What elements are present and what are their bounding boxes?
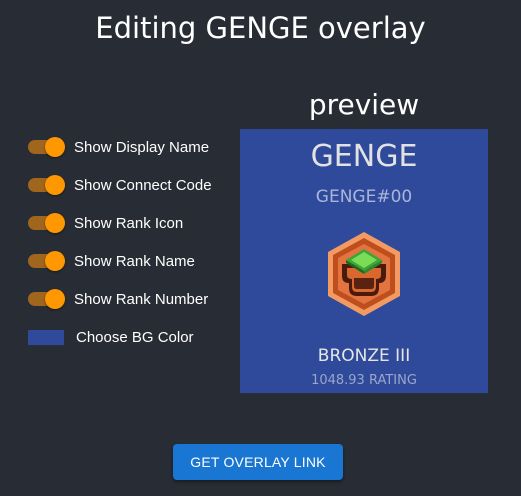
setting-bg-color[interactable]: Choose BG Color — [28, 318, 238, 356]
toggle-thumb — [45, 289, 65, 309]
setting-show-connect-code[interactable]: Show Connect Code — [28, 166, 238, 204]
setting-show-rank-name[interactable]: Show Rank Name — [28, 242, 238, 280]
setting-label: Show Display Name — [74, 138, 210, 156]
page-title: Editing GENGE overlay — [95, 11, 426, 45]
preview-heading: preview — [308, 88, 420, 121]
toggle-thumb — [45, 251, 65, 271]
preview-connect-code: GENGE#00 — [315, 187, 413, 207]
setting-show-rank-number[interactable]: Show Rank Number — [28, 280, 238, 318]
bg-color-swatch[interactable] — [28, 329, 64, 345]
setting-label: Choose BG Color — [76, 328, 194, 346]
bronze-rank-icon — [328, 232, 400, 316]
setting-label: Show Rank Name — [74, 252, 195, 270]
setting-label: Show Rank Number — [74, 290, 209, 308]
overlay-preview: GENGE GENGE#00 BRONZE III 1048.93 RATING — [240, 129, 488, 393]
toggle-thumb — [45, 137, 65, 157]
preview-display-name: GENGE — [310, 139, 418, 174]
toggle-thumb — [45, 213, 65, 233]
preview-rank-name: BRONZE III — [317, 346, 411, 366]
rank-name-toggle[interactable] — [28, 251, 66, 271]
setting-label: Show Connect Code — [74, 176, 212, 194]
get-overlay-link-button[interactable]: GET OVERLAY LINK — [173, 444, 343, 480]
connect-code-toggle[interactable] — [28, 175, 66, 195]
display-name-toggle[interactable] — [28, 137, 66, 157]
toggle-thumb — [45, 175, 65, 195]
rank-icon-toggle[interactable] — [28, 213, 66, 233]
preview-rating: 1048.93 RATING — [311, 373, 417, 388]
setting-label: Show Rank Icon — [74, 214, 184, 232]
setting-show-rank-icon[interactable]: Show Rank Icon — [28, 204, 238, 242]
settings-panel: Show Display Name Show Connect Code Show… — [28, 128, 238, 356]
rank-number-toggle[interactable] — [28, 289, 66, 309]
setting-show-display-name[interactable]: Show Display Name — [28, 128, 238, 166]
